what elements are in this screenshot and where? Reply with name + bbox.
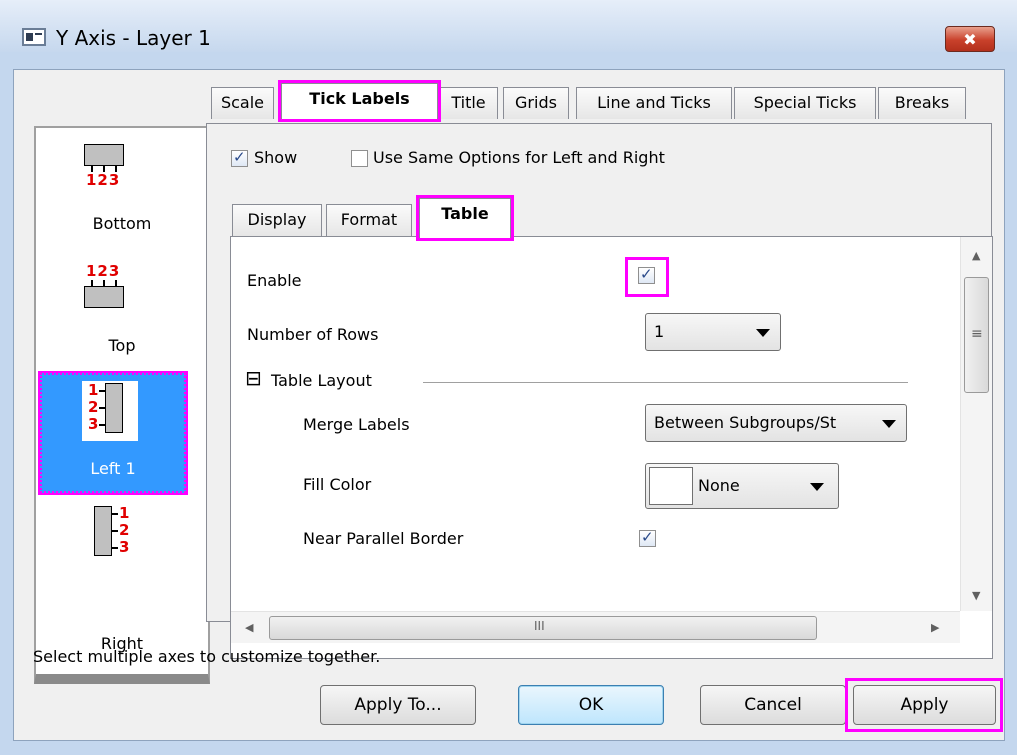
top-axis-icon: 123 xyxy=(84,264,140,314)
app-icon xyxy=(22,28,46,46)
near-parallel-border-label: Near Parallel Border xyxy=(303,529,464,548)
fill-color-value: None xyxy=(698,476,740,495)
show-checkbox[interactable] xyxy=(231,148,248,167)
merge-labels-dropdown[interactable]: Between Subgroups/St xyxy=(645,404,907,442)
table-options-panel: Enable Number of Rows 1 ⊟ Table Layout M… xyxy=(230,236,993,659)
axis-list[interactable]: 123 Bottom 123 Top 1 2 3 Left 1 1 2 3 Ri… xyxy=(34,126,210,684)
merge-labels-label: Merge Labels xyxy=(303,415,410,434)
apply-to-button[interactable]: Apply To... xyxy=(320,685,476,725)
group-divider xyxy=(423,382,908,383)
dialog-window: Y Axis - Layer 1 ✖ 123 Bottom 123 Top 1 … xyxy=(0,0,1017,755)
vertical-scrollbar[interactable]: ▲ ≡ ▼ xyxy=(960,237,992,611)
same-options-checkbox[interactable] xyxy=(351,150,368,167)
fill-color-label: Fill Color xyxy=(303,475,372,494)
chevron-down-icon xyxy=(882,420,896,428)
rows-dropdown[interactable]: 1 xyxy=(645,313,781,351)
subtab-table[interactable]: Table xyxy=(416,195,514,241)
axis-number: 3 xyxy=(119,538,130,556)
near-parallel-border-checkbox[interactable] xyxy=(639,528,656,547)
axis-numbers: 123 xyxy=(86,171,121,189)
chevron-down-icon xyxy=(756,329,770,337)
tab-scale[interactable]: Scale xyxy=(211,87,274,119)
show-label: Show xyxy=(254,148,298,167)
scroll-down-icon[interactable]: ▼ xyxy=(972,589,980,602)
close-button[interactable]: ✖ xyxy=(945,26,995,52)
tab-title[interactable]: Title xyxy=(439,87,498,119)
scroll-up-icon[interactable]: ▲ xyxy=(972,249,980,262)
scroll-left-icon[interactable]: ◀ xyxy=(245,621,253,634)
axis-item-top[interactable]: 123 Top xyxy=(36,256,208,376)
left-axis-icon: 1 2 3 xyxy=(82,381,138,441)
color-swatch xyxy=(649,467,693,505)
status-hint: Select multiple axes to customize togeth… xyxy=(33,647,381,666)
axis-item-label: Left 1 xyxy=(90,459,136,478)
axis-item-left1[interactable]: 1 2 3 Left 1 xyxy=(38,371,188,495)
fill-color-dropdown[interactable]: None xyxy=(645,463,839,509)
chevron-down-icon xyxy=(810,483,824,491)
tab-tick-labels[interactable]: Tick Labels xyxy=(278,80,441,122)
tab-grids[interactable]: Grids xyxy=(503,87,569,119)
axis-number: 1 xyxy=(119,504,130,522)
bottom-axis-icon: 123 xyxy=(84,144,140,194)
subtab-display[interactable]: Display xyxy=(232,204,322,236)
axis-number: 3 xyxy=(88,415,99,433)
rows-label: Number of Rows xyxy=(247,325,379,344)
enable-label: Enable xyxy=(247,271,302,290)
rows-value: 1 xyxy=(654,322,665,341)
same-options-label: Use Same Options for Left and Right xyxy=(373,148,665,167)
axis-item-bottom[interactable]: 123 Bottom xyxy=(36,136,208,256)
grip-icon: ≡ xyxy=(971,326,983,342)
dialog-client: 123 Bottom 123 Top 1 2 3 Left 1 1 2 3 Ri… xyxy=(13,69,1005,741)
title-bar[interactable]: Y Axis - Layer 1 ✖ xyxy=(0,0,1017,52)
apply-button[interactable]: Apply xyxy=(853,685,996,725)
horizontal-scroll-thumb[interactable]: III xyxy=(269,616,817,640)
axis-number: 2 xyxy=(88,398,99,416)
ok-button[interactable]: OK xyxy=(518,685,664,725)
grip-icon: III xyxy=(534,619,545,633)
axis-item-right[interactable]: 1 2 3 Right xyxy=(36,498,208,653)
axis-number: 2 xyxy=(119,521,130,539)
axis-numbers: 123 xyxy=(86,262,121,280)
right-axis-icon: 1 2 3 xyxy=(94,504,150,564)
merge-labels-value: Between Subgroups/St xyxy=(654,413,837,432)
axis-number: 1 xyxy=(88,381,99,399)
tab-special-ticks[interactable]: Special Ticks xyxy=(734,87,876,119)
horizontal-scrollbar[interactable]: ◀ III ▶ xyxy=(231,611,960,643)
layout-group-label: Table Layout xyxy=(271,371,372,390)
vertical-scroll-thumb[interactable]: ≡ xyxy=(964,277,989,393)
axis-item-label: Top xyxy=(108,336,136,355)
window-title: Y Axis - Layer 1 xyxy=(56,26,211,50)
enable-checkbox[interactable] xyxy=(638,265,655,284)
scroll-right-icon[interactable]: ▶ xyxy=(931,621,939,634)
tab-breaks[interactable]: Breaks xyxy=(878,87,966,119)
axis-item-label: Bottom xyxy=(92,214,152,233)
cancel-button[interactable]: Cancel xyxy=(700,685,846,725)
tab-line-and-ticks[interactable]: Line and Ticks xyxy=(576,87,732,119)
subtab-format[interactable]: Format xyxy=(326,204,412,236)
layout-toggle-icon[interactable]: ⊟ xyxy=(245,368,262,388)
